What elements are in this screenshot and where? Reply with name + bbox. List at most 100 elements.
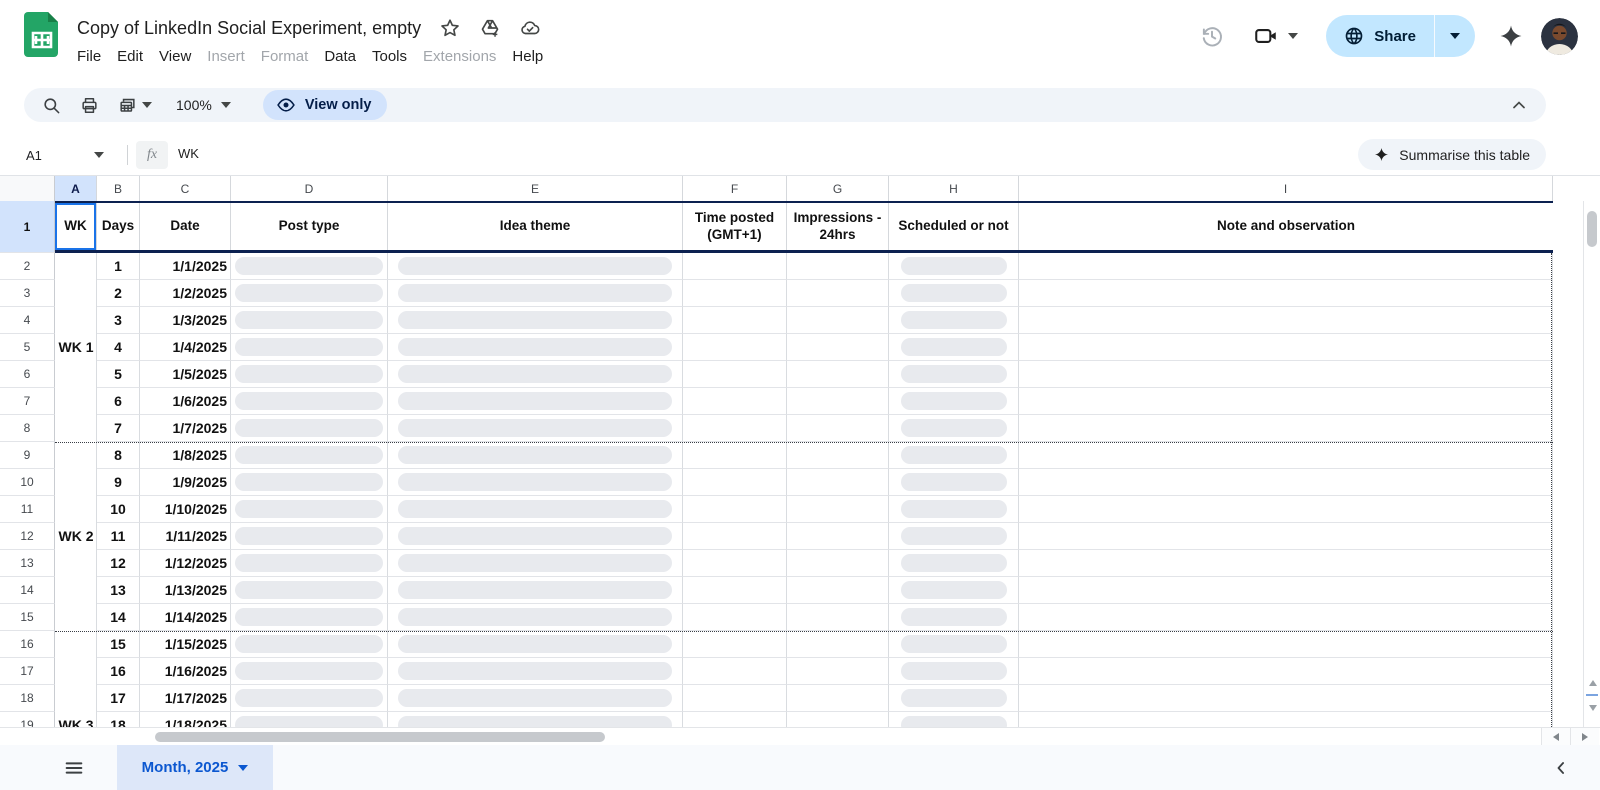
chip-placeholder-H12[interactable] [900, 527, 1007, 545]
cell-G12[interactable] [787, 523, 889, 550]
cell-F7[interactable] [683, 388, 787, 415]
share-button[interactable]: Share [1326, 15, 1475, 57]
row-header-3[interactable]: 3 [0, 280, 55, 307]
chip-placeholder-D5[interactable] [235, 338, 383, 356]
chip-placeholder-E7[interactable] [398, 392, 672, 410]
cell-E12[interactable] [388, 523, 683, 550]
cell-H15[interactable] [889, 604, 1019, 631]
cell-H2[interactable] [889, 253, 1019, 280]
cell-E7[interactable] [388, 388, 683, 415]
cell-A1[interactable]: WK [55, 203, 97, 250]
cell-H8[interactable] [889, 415, 1019, 442]
cell-B3[interactable]: 2 [97, 280, 140, 307]
merged-cell-week-1[interactable]: WK 1 [55, 253, 97, 442]
cell-F9[interactable] [683, 442, 787, 469]
zoom-selector[interactable]: 100% [166, 90, 241, 120]
row-header-14[interactable]: 14 [0, 577, 55, 604]
chip-placeholder-E8[interactable] [398, 419, 672, 437]
cell-B18[interactable]: 17 [97, 685, 140, 712]
chip-placeholder-D3[interactable] [235, 284, 383, 302]
chip-placeholder-H19[interactable] [900, 716, 1007, 727]
cell-B12[interactable]: 11 [97, 523, 140, 550]
cell-I15[interactable] [1019, 604, 1553, 631]
cell-C6[interactable]: 1/5/2025 [140, 361, 231, 388]
chip-placeholder-D17[interactable] [235, 662, 383, 680]
chip-placeholder-D18[interactable] [235, 689, 383, 707]
cell-D13[interactable] [231, 550, 388, 577]
cell-D12[interactable] [231, 523, 388, 550]
chip-placeholder-E5[interactable] [398, 338, 672, 356]
cell-I14[interactable] [1019, 577, 1553, 604]
row-header-12[interactable]: 12 [0, 523, 55, 550]
video-call-button[interactable] [1245, 17, 1306, 55]
cell-G10[interactable] [787, 469, 889, 496]
chip-placeholder-H3[interactable] [900, 284, 1007, 302]
cell-F13[interactable] [683, 550, 787, 577]
chip-placeholder-D8[interactable] [235, 419, 383, 437]
chip-placeholder-H5[interactable] [900, 338, 1007, 356]
cell-E6[interactable] [388, 361, 683, 388]
sheets-logo-icon[interactable] [24, 11, 60, 58]
column-header-B[interactable]: B [97, 176, 140, 201]
cell-D16[interactable] [231, 631, 388, 658]
cell-G9[interactable] [787, 442, 889, 469]
chip-placeholder-H17[interactable] [900, 662, 1007, 680]
cell-C15[interactable]: 1/14/2025 [140, 604, 231, 631]
column-header-G[interactable]: G [787, 176, 889, 201]
cell-D19[interactable] [231, 712, 388, 727]
table-format-button[interactable] [112, 90, 158, 120]
cell-F19[interactable] [683, 712, 787, 727]
share-options-button[interactable] [1435, 15, 1475, 57]
formula-input[interactable]: WK [178, 146, 199, 161]
hide-toolbar-button[interactable] [1504, 90, 1534, 120]
cell-F16[interactable] [683, 631, 787, 658]
cell-I12[interactable] [1019, 523, 1553, 550]
chip-placeholder-H18[interactable] [900, 689, 1007, 707]
row-header-2[interactable]: 2 [0, 253, 55, 280]
chip-placeholder-D10[interactable] [235, 473, 383, 491]
cell-E15[interactable] [388, 604, 683, 631]
merged-cell-week-2[interactable]: WK 2 [55, 442, 97, 631]
cell-E17[interactable] [388, 658, 683, 685]
cell-H7[interactable] [889, 388, 1019, 415]
chip-placeholder-D16[interactable] [235, 635, 383, 653]
cell-E14[interactable] [388, 577, 683, 604]
sheet-tab-month-2025[interactable]: Month, 2025 [117, 745, 273, 790]
print-icon[interactable] [74, 90, 104, 120]
cell-G8[interactable] [787, 415, 889, 442]
cell-I6[interactable] [1019, 361, 1553, 388]
cell-E11[interactable] [388, 496, 683, 523]
cell-B7[interactable]: 6 [97, 388, 140, 415]
cell-H4[interactable] [889, 307, 1019, 334]
chip-placeholder-D2[interactable] [235, 257, 383, 275]
search-icon[interactable] [36, 90, 66, 120]
cell-D4[interactable] [231, 307, 388, 334]
cell-B14[interactable]: 13 [97, 577, 140, 604]
cell-C1[interactable]: Date [140, 203, 231, 250]
cell-C3[interactable]: 1/2/2025 [140, 280, 231, 307]
chip-placeholder-D7[interactable] [235, 392, 383, 410]
cell-H10[interactable] [889, 469, 1019, 496]
cell-H13[interactable] [889, 550, 1019, 577]
cell-B2[interactable]: 1 [97, 253, 140, 280]
cell-I10[interactable] [1019, 469, 1553, 496]
chip-placeholder-D9[interactable] [235, 446, 383, 464]
chip-placeholder-D4[interactable] [235, 311, 383, 329]
chip-placeholder-H4[interactable] [900, 311, 1007, 329]
scroll-right-button[interactable] [1570, 728, 1599, 746]
cell-B11[interactable]: 10 [97, 496, 140, 523]
scroll-up-button[interactable] [1584, 676, 1600, 690]
chip-placeholder-D11[interactable] [235, 500, 383, 518]
cell-H16[interactable] [889, 631, 1019, 658]
cell-E4[interactable] [388, 307, 683, 334]
cell-B8[interactable]: 7 [97, 415, 140, 442]
cell-C18[interactable]: 1/17/2025 [140, 685, 231, 712]
cell-B17[interactable]: 16 [97, 658, 140, 685]
cell-G18[interactable] [787, 685, 889, 712]
cell-D17[interactable] [231, 658, 388, 685]
version-history-icon[interactable] [1199, 23, 1225, 49]
cell-F17[interactable] [683, 658, 787, 685]
cell-I11[interactable] [1019, 496, 1553, 523]
cell-G14[interactable] [787, 577, 889, 604]
row-header-13[interactable]: 13 [0, 550, 55, 577]
